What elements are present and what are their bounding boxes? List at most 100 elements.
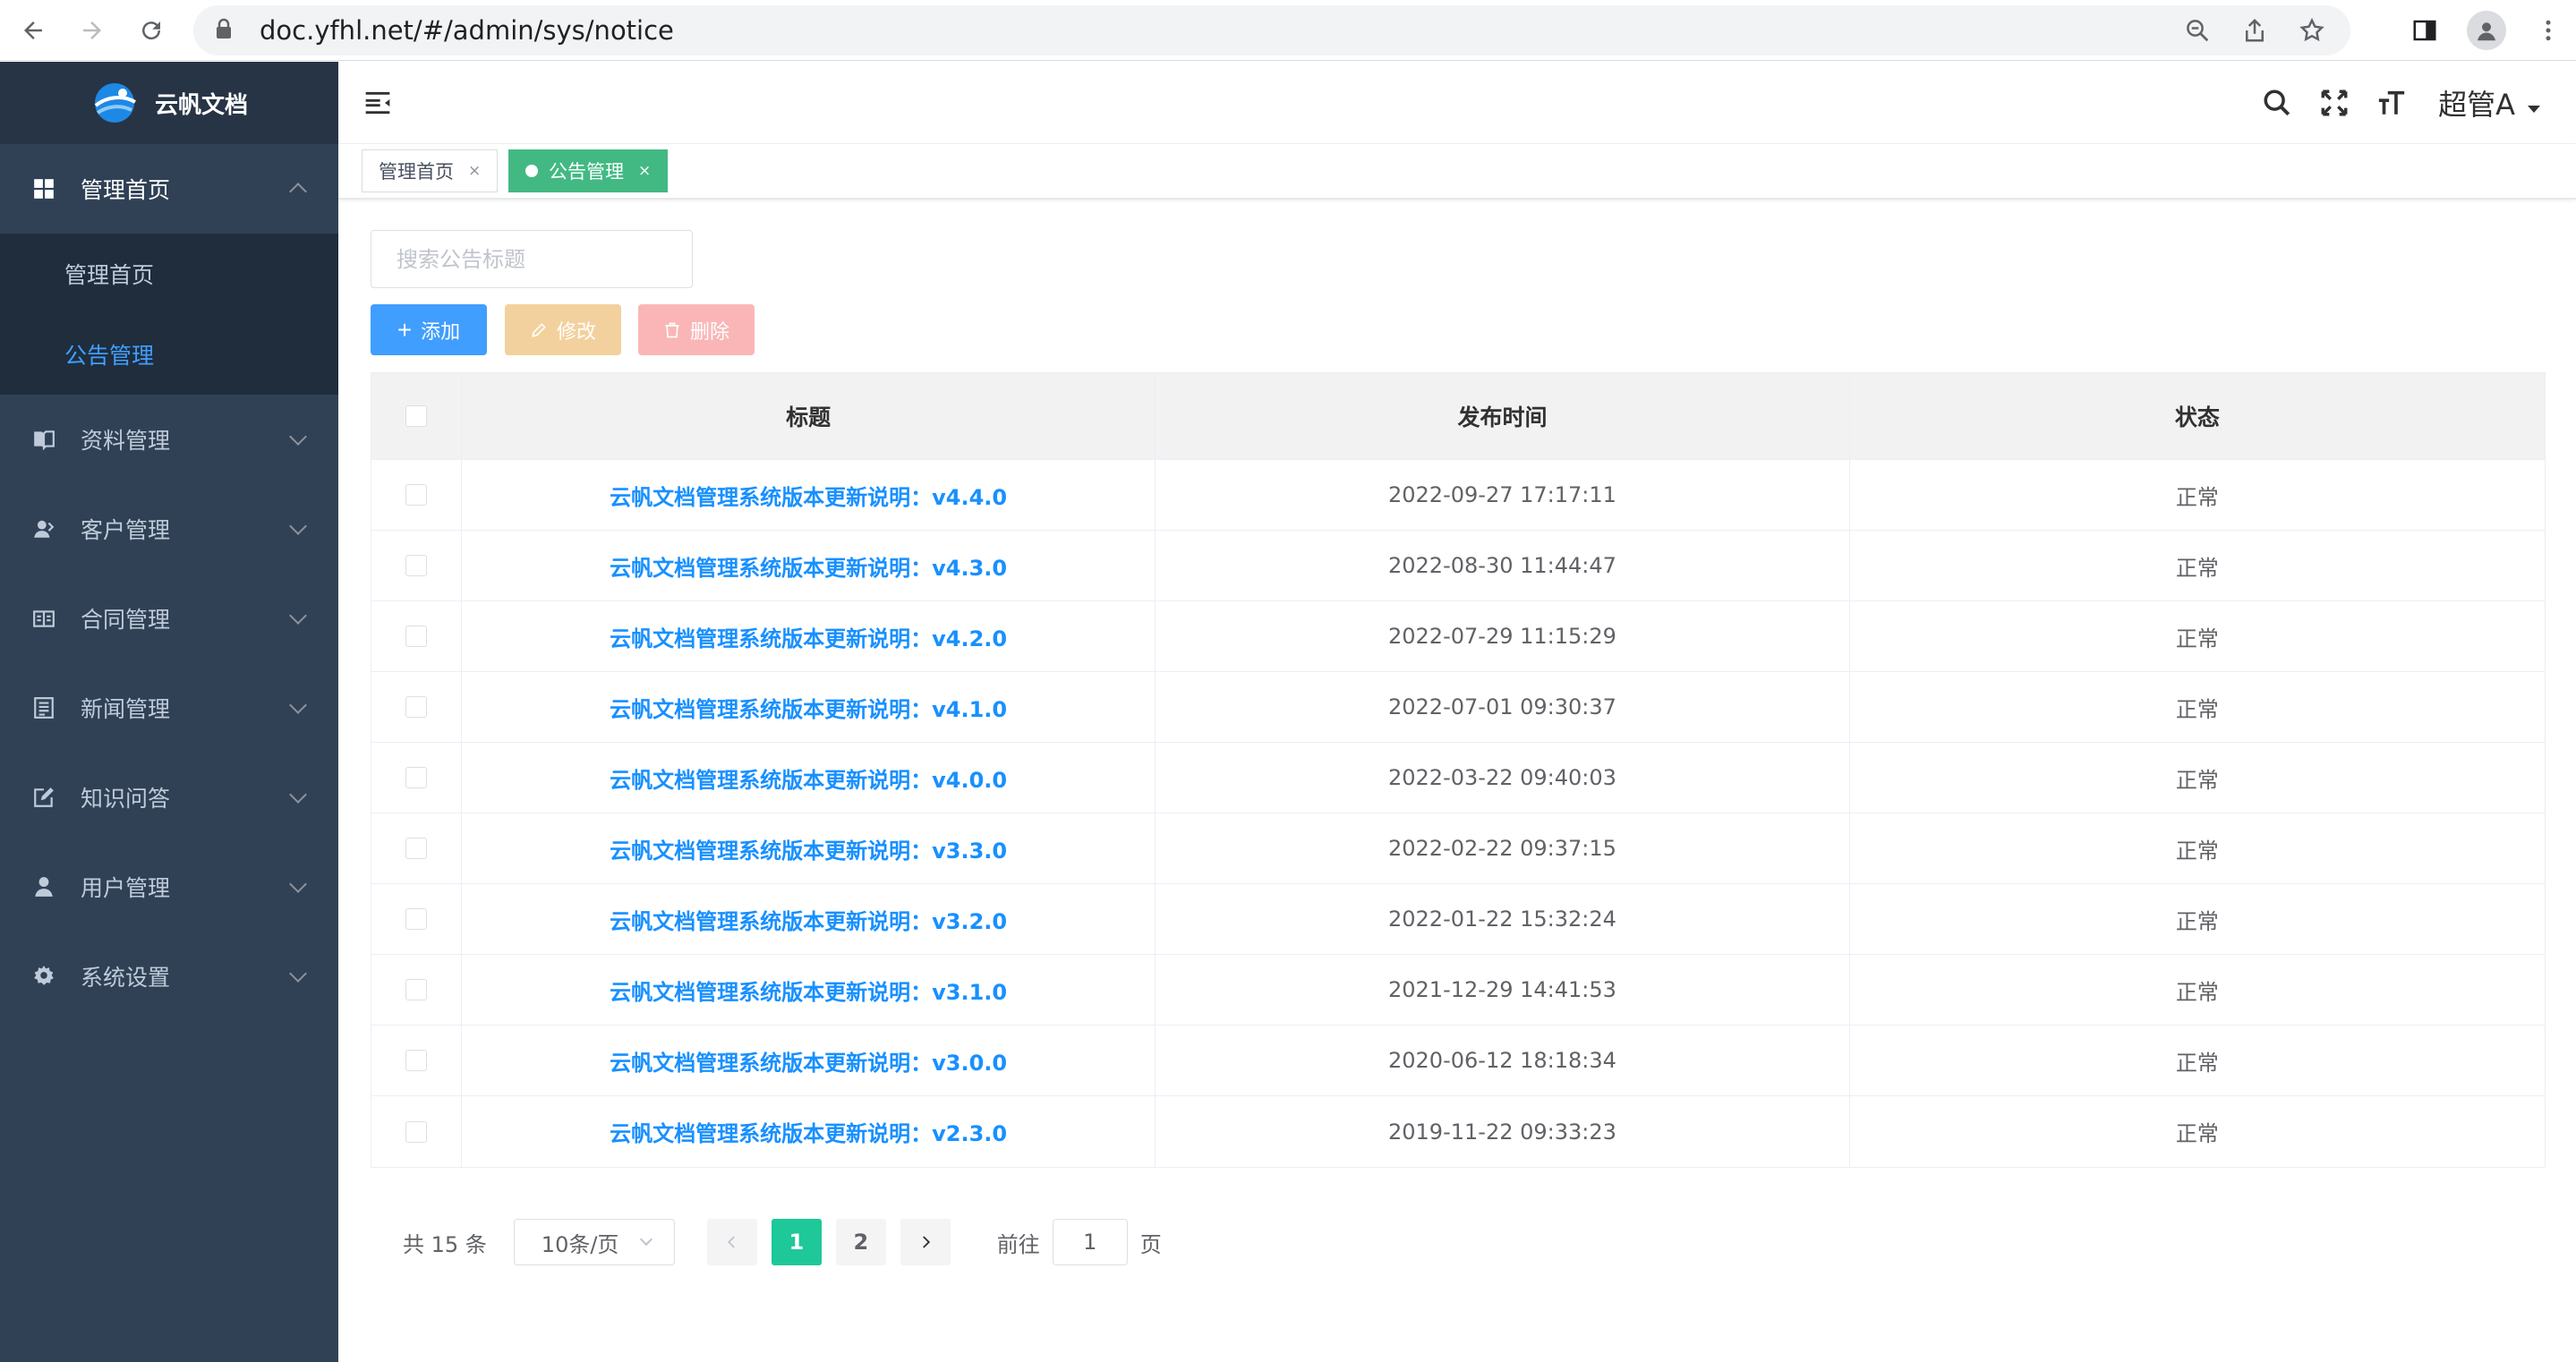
bookmark-star-icon[interactable]	[2297, 15, 2327, 46]
column-title[interactable]: 标题	[462, 373, 1156, 459]
table-row: 云帆文档管理系统版本更新说明：v2.3.0 2019-11-22 09:33:23…	[371, 1096, 2545, 1167]
goto-page: 前往 页	[997, 1219, 1162, 1265]
chevron-down-icon	[289, 428, 307, 446]
next-page-button[interactable]	[900, 1219, 951, 1265]
publish-time-cell: 2020-06-12 18:18:34	[1156, 1026, 1850, 1095]
top-navbar: 超管A	[338, 62, 2576, 144]
notice-title-link[interactable]: 云帆文档管理系统版本更新说明：v3.0.0	[610, 1045, 1007, 1077]
column-status[interactable]: 状态	[1850, 373, 2545, 459]
zoom-icon[interactable]	[2182, 15, 2213, 46]
notice-title-link[interactable]: 云帆文档管理系统版本更新说明：v3.3.0	[610, 833, 1007, 864]
sidebar-item-label: 新闻管理	[81, 696, 171, 722]
profile-avatar-icon[interactable]	[2467, 11, 2506, 50]
sidebar-item-qa[interactable]: 知识问答	[0, 753, 338, 842]
status-cell: 正常	[2175, 979, 2219, 1005]
brand-logo[interactable]: 云帆文档	[0, 62, 338, 144]
notice-title-link[interactable]: 云帆文档管理系统版本更新说明：v4.4.0	[610, 480, 1007, 511]
table-body: 云帆文档管理系统版本更新说明：v4.4.0 2022-09-27 17:17:11…	[371, 460, 2545, 1167]
sidebar-item-users[interactable]: 用户管理	[0, 842, 338, 932]
side-panel-icon[interactable]	[2410, 15, 2440, 46]
submenu-dashboard: 管理首页 公告管理	[0, 234, 338, 395]
sidebar-item-settings[interactable]: 系统设置	[0, 932, 338, 1021]
publish-time-cell: 2019-11-22 09:33:23	[1156, 1096, 1850, 1167]
status-cell: 正常	[2175, 838, 2219, 864]
tag-label: 管理首页	[379, 161, 454, 183]
sidebar-item-label: 客户管理	[81, 517, 171, 543]
hamburger-icon[interactable]	[363, 89, 392, 117]
page-button-2[interactable]: 2	[835, 1219, 886, 1265]
status-cell: 正常	[2175, 626, 2219, 651]
row-checkbox[interactable]	[405, 1120, 427, 1143]
add-button[interactable]: + 添加	[371, 304, 487, 355]
user-icon	[30, 873, 57, 900]
sidebar-item-dashboard[interactable]: 管理首页	[0, 144, 338, 234]
sidebar-item-label: 用户管理	[81, 875, 171, 901]
reload-button[interactable]	[125, 4, 177, 56]
sidebar-item-label: 系统设置	[81, 965, 171, 991]
notice-title-link[interactable]: 云帆文档管理系统版本更新说明：v2.3.0	[610, 1116, 1007, 1147]
row-checkbox[interactable]	[405, 1050, 427, 1071]
search-input[interactable]	[371, 230, 693, 288]
goto-page-input[interactable]	[1052, 1219, 1128, 1265]
browser-menu-icon[interactable]	[2533, 15, 2563, 46]
row-checkbox[interactable]	[405, 979, 427, 1000]
chevron-down-icon	[289, 696, 307, 714]
sidebar-item-documents[interactable]: 资料管理	[0, 395, 338, 484]
column-time[interactable]: 发布时间	[1156, 373, 1850, 459]
row-checkbox[interactable]	[405, 484, 427, 506]
notice-table: 标题 发布时间 状态 云帆文档管理系统版本更新说明：v4.4.0 2022-09-…	[371, 372, 2546, 1168]
page-button-1[interactable]: 1	[771, 1219, 822, 1265]
tag-label: 公告管理	[549, 161, 624, 183]
row-checkbox[interactable]	[405, 838, 427, 859]
font-size-icon[interactable]	[2376, 87, 2408, 119]
row-checkbox[interactable]	[405, 767, 427, 788]
close-icon[interactable]: ×	[638, 162, 651, 180]
status-cell: 正常	[2175, 1050, 2219, 1076]
status-cell: 正常	[2175, 908, 2219, 934]
sidebar-subitem-home[interactable]: 管理首页	[0, 234, 338, 314]
title-cell: 云帆文档管理系统版本更新说明：v3.2.0	[462, 884, 1156, 954]
row-checkbox[interactable]	[405, 626, 427, 647]
row-checkbox[interactable]	[405, 696, 427, 718]
sidebar-item-label: 合同管理	[81, 607, 171, 633]
customer-icon	[30, 515, 57, 542]
tag-home[interactable]: 管理首页 ×	[362, 149, 499, 192]
address-bar[interactable]: doc.yfhl.net/#/admin/sys/notice	[193, 5, 2350, 55]
select-all-cell	[371, 373, 462, 459]
notice-title-link[interactable]: 云帆文档管理系统版本更新说明：v4.0.0	[610, 762, 1007, 794]
user-dropdown[interactable]: 超管A	[2438, 82, 2540, 123]
notice-title-link[interactable]: 云帆文档管理系统版本更新说明：v4.2.0	[610, 621, 1007, 652]
tag-notice[interactable]: 公告管理 ×	[508, 149, 669, 192]
sidebar-item-label: 资料管理	[81, 428, 171, 454]
notice-title-link[interactable]: 云帆文档管理系统版本更新说明：v4.3.0	[610, 550, 1007, 582]
dashboard-icon	[30, 175, 57, 202]
sidebar-subitem-notice[interactable]: 公告管理	[0, 314, 338, 395]
fullscreen-icon[interactable]	[2318, 87, 2350, 119]
notice-title-link[interactable]: 云帆文档管理系统版本更新说明：v3.1.0	[610, 975, 1007, 1006]
prev-page-button[interactable]	[706, 1219, 757, 1265]
row-checkbox[interactable]	[405, 555, 427, 576]
sidebar-item-label: 知识问答	[81, 786, 171, 812]
user-name: 超管A	[2438, 88, 2515, 122]
notice-title-link[interactable]: 云帆文档管理系统版本更新说明：v4.1.0	[610, 692, 1007, 723]
arrow-left-icon	[24, 21, 42, 39]
edit-button[interactable]: 修改	[505, 304, 621, 355]
delete-button-label: 删除	[689, 319, 729, 343]
page-size-select[interactable]: 10条/页	[513, 1219, 675, 1265]
close-icon[interactable]: ×	[468, 162, 481, 180]
back-button[interactable]	[7, 4, 59, 56]
row-select-cell	[371, 955, 462, 1025]
title-cell: 云帆文档管理系统版本更新说明：v4.0.0	[462, 743, 1156, 813]
sidebar-item-contracts[interactable]: 合同管理	[0, 574, 338, 663]
delete-button[interactable]: 删除	[638, 304, 755, 355]
total-count: 共 15 条	[403, 1231, 487, 1257]
select-all-checkbox[interactable]	[405, 405, 427, 427]
sidebar-item-customers[interactable]: 客户管理	[0, 484, 338, 574]
search-icon[interactable]	[2261, 87, 2293, 119]
notice-title-link[interactable]: 云帆文档管理系统版本更新说明：v3.2.0	[610, 904, 1007, 935]
sidebar-item-news[interactable]: 新闻管理	[0, 663, 338, 753]
row-checkbox[interactable]	[405, 908, 427, 930]
forward-button[interactable]	[66, 4, 118, 56]
publish-time-cell: 2022-08-30 11:44:47	[1156, 531, 1850, 600]
share-icon[interactable]	[2239, 15, 2270, 46]
